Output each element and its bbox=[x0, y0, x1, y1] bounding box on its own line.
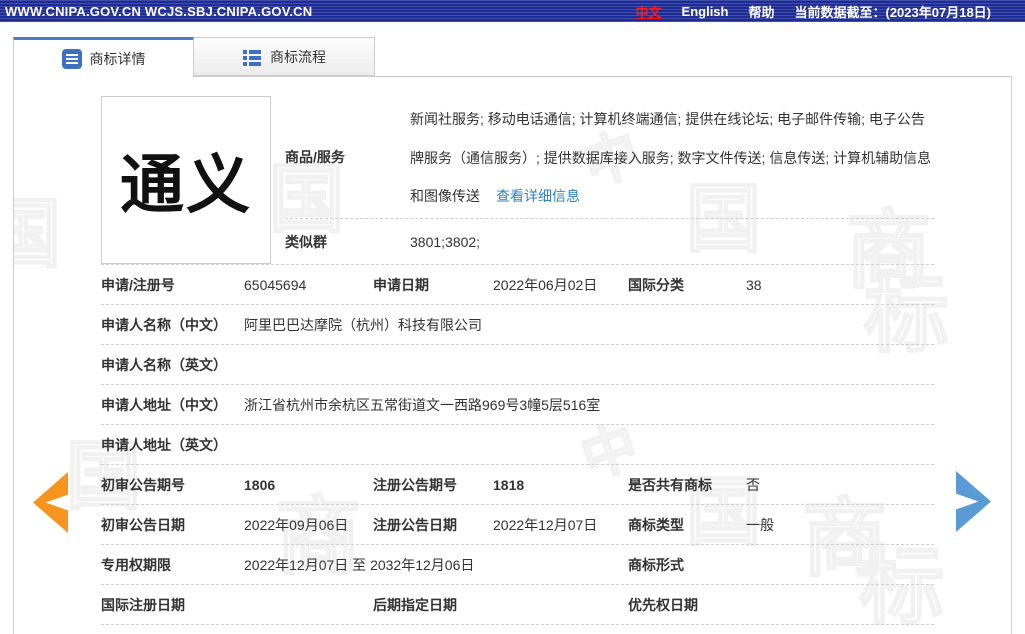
similar-group-row: 类似群 3801;3802; bbox=[285, 219, 934, 264]
field-label: 商标类型 bbox=[628, 516, 684, 533]
field-label: 申请日期 bbox=[373, 276, 429, 293]
field-label: 申请人地址（中文） bbox=[101, 396, 227, 413]
field-value: 阿里巴巴达摩院（杭州）科技有限公司 bbox=[244, 316, 482, 333]
view-details-link[interactable]: 查看详细信息 bbox=[496, 177, 580, 216]
field-value: 2022年12月07日 bbox=[493, 516, 598, 533]
field-value: 1806 bbox=[244, 476, 276, 493]
field-value: 2022年12月07日 至 2032年12月06日 bbox=[244, 556, 475, 573]
trademark-image-text: 通义 bbox=[120, 149, 252, 221]
field-label: 后期指定日期 bbox=[373, 596, 457, 613]
document-lines-icon bbox=[61, 48, 82, 69]
table-row-applicant-en: 申请人名称（英文） bbox=[101, 345, 934, 385]
table-row-gazette-no: 初审公告期号 1806 注册公告期号 1818 是否共有商标 否 bbox=[101, 465, 934, 505]
tab-label: 商标流程 bbox=[270, 48, 326, 65]
field-value: 2022年09月06日 bbox=[244, 516, 349, 533]
field-label: 申请/注册号 bbox=[101, 276, 175, 293]
field-label: 国际分类 bbox=[628, 276, 684, 293]
goods-line: 新闻社服务; 移动电话通信; 计算机终端通信; 提供在线论坛; 电子邮件传输; … bbox=[410, 111, 925, 128]
table-row-gazette-date: 初审公告日期 2022年09月06日 注册公告日期 2022年12月07日 商标… bbox=[101, 505, 934, 545]
site-urls: WWW.CNIPA.GOV.CN WCJS.SBJ.CNIPA.GOV.CN bbox=[5, 3, 313, 19]
field-label: 是否共有商标 bbox=[628, 476, 712, 493]
goods-services-value: 新闻社服务; 移动电话通信; 计算机终端通信; 提供在线论坛; 电子邮件传输; … bbox=[410, 98, 934, 216]
field-label: 商标形式 bbox=[628, 556, 684, 573]
field-value: 38 bbox=[746, 276, 762, 293]
field-label: 优先权日期 bbox=[628, 596, 698, 613]
topbar: WWW.CNIPA.GOV.CN WCJS.SBJ.CNIPA.GOV.CN 中… bbox=[0, 0, 1025, 22]
table-row-intl-dates: 国际注册日期 后期指定日期 优先权日期 bbox=[101, 585, 934, 625]
field-label: 申请人名称（中文） bbox=[101, 316, 227, 333]
goods-services-label: 商品/服务 bbox=[285, 149, 345, 165]
goods-line: 和图像传送 bbox=[410, 188, 480, 205]
field-value: 浙江省杭州市余杭区五常街道文一西路969号3幢5层516室 bbox=[244, 396, 601, 413]
table-row-address-en: 申请人地址（英文） bbox=[101, 425, 934, 465]
goods-section: 通义 商品/服务 新闻社服务; 移动电话通信; 计算机终端通信; 提供在线论坛;… bbox=[101, 96, 934, 265]
table-row-applicant-cn: 申请人名称（中文） 阿里巴巴达摩院（杭州）科技有限公司 bbox=[101, 305, 934, 345]
similar-group-label: 类似群 bbox=[285, 233, 327, 250]
tab-label: 商标详情 bbox=[89, 50, 146, 67]
field-label: 申请人地址（英文） bbox=[101, 436, 227, 453]
table-row-validity: 专用权期限 2022年12月07日 至 2032年12月06日 商标形式 bbox=[101, 545, 934, 585]
similar-group-value: 3801;3802; bbox=[410, 233, 481, 250]
tab-trademark-details[interactable]: 商标详情 bbox=[13, 37, 194, 77]
field-value: 2022年06月02日 bbox=[493, 276, 598, 293]
field-label: 注册公告日期 bbox=[373, 516, 457, 533]
trademark-detail-table: 通义 商品/服务 新闻社服务; 移动电话通信; 计算机终端通信; 提供在线论坛;… bbox=[101, 96, 934, 625]
table-row-registration: 申请/注册号 65045694 申请日期 2022年06月02日 国际分类 38 bbox=[101, 265, 934, 305]
field-label: 初审公告日期 bbox=[101, 516, 185, 533]
data-cutoff-text: 当前数据截至：(2023年07月18日) bbox=[794, 4, 992, 20]
field-value: 1818 bbox=[493, 476, 525, 493]
trademark-detail-panel: 中 国 商 标 国 国 中 国 商 标 商 国 通义 商品/服务 新闻社服务; … bbox=[13, 76, 1012, 634]
field-value: 一般 bbox=[746, 516, 774, 533]
lang-english-link[interactable]: English bbox=[682, 4, 729, 19]
field-label: 初审公告期号 bbox=[101, 476, 185, 493]
topbar-links: 中文 English 帮助 当前数据截至：(2023年07月18日) bbox=[636, 2, 1025, 21]
field-label: 注册公告期号 bbox=[373, 476, 457, 493]
tab-bar: 商标详情 商标流程 bbox=[13, 37, 375, 77]
field-value: 65045694 bbox=[244, 276, 307, 293]
field-label: 专用权期限 bbox=[101, 556, 171, 573]
field-label: 国际注册日期 bbox=[101, 596, 185, 613]
help-link[interactable]: 帮助 bbox=[748, 2, 774, 21]
tab-trademark-process[interactable]: 商标流程 bbox=[194, 37, 375, 76]
field-label: 申请人名称（英文） bbox=[101, 356, 227, 373]
field-value: 否 bbox=[746, 476, 760, 493]
trademark-image: 通义 bbox=[101, 96, 271, 264]
goods-line: 牌服务（通信服务）; 提供数据库接入服务; 数字文件传送; 信息传送; 计算机辅… bbox=[410, 149, 932, 166]
list-bullets-icon bbox=[242, 47, 262, 67]
goods-services-row: 商品/服务 新闻社服务; 移动电话通信; 计算机终端通信; 提供在线论坛; 电子… bbox=[285, 96, 934, 219]
lang-chinese-link[interactable]: 中文 bbox=[636, 2, 662, 21]
table-row-address-cn: 申请人地址（中文） 浙江省杭州市余杭区五常街道文一西路969号3幢5层516室 bbox=[101, 385, 934, 425]
